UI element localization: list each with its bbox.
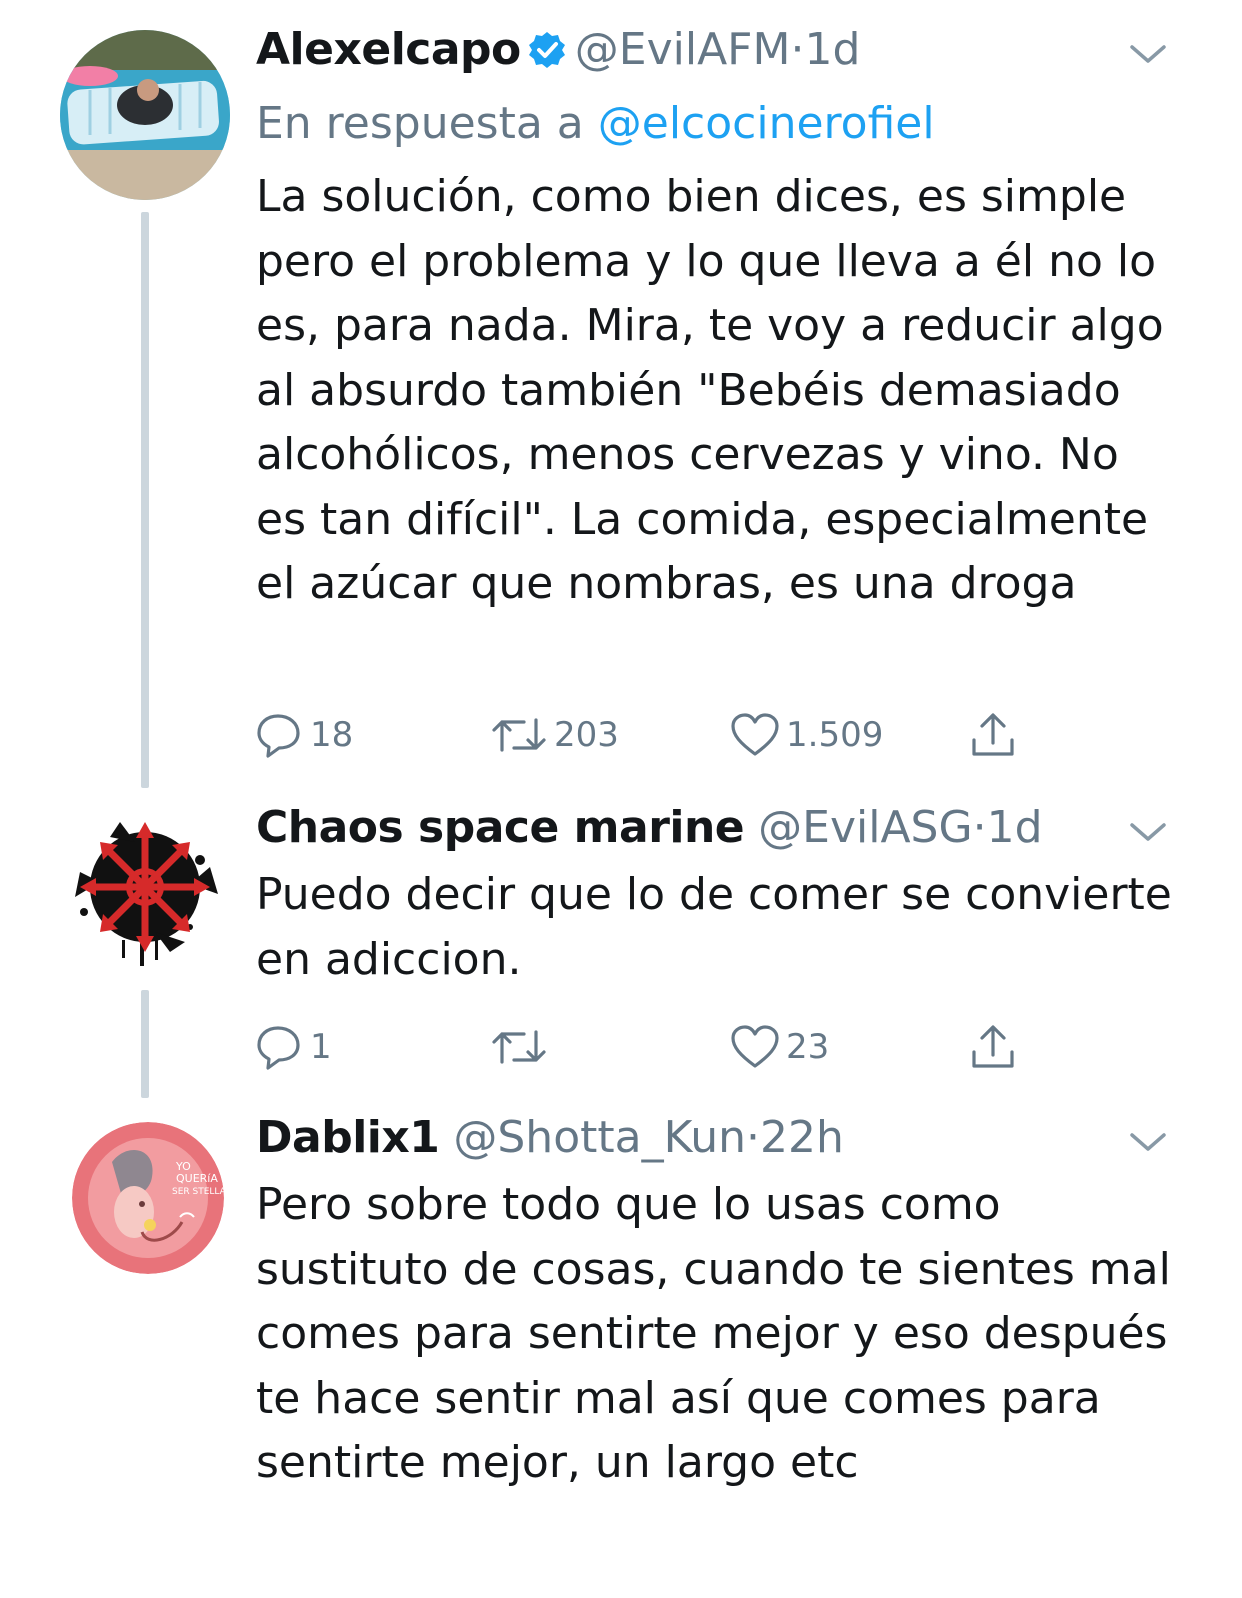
reply-button[interactable]: 1: [256, 1022, 332, 1072]
retweet-count: 203: [554, 715, 619, 755]
display-name[interactable]: Alexelcapo: [256, 24, 521, 75]
tweet-actions: 1 23: [256, 1022, 1056, 1072]
display-name[interactable]: Chaos space marine: [256, 802, 745, 853]
reply-prefix: En respuesta a: [256, 98, 584, 149]
retweet-icon: [492, 1030, 546, 1064]
separator-dot: ·: [972, 802, 987, 853]
avatar-text-2: QUERíA: [176, 1172, 218, 1185]
heart-icon: [731, 1025, 779, 1068]
reply-bubble-icon: [257, 714, 300, 758]
reply-context: En respuesta a @elcocinerofiel: [256, 96, 935, 152]
tweet-alexelcapo[interactable]: Alexelcapo @EvilAFM·1d En respuesta a @el…: [0, 0, 1242, 790]
avatar[interactable]: [60, 802, 230, 972]
retweet-button[interactable]: [490, 1022, 554, 1072]
share-button[interactable]: [968, 1022, 1018, 1072]
chevron-down-icon[interactable]: [1128, 820, 1168, 844]
reply-bubble-icon: [257, 1026, 300, 1070]
display-name[interactable]: Dablix1: [256, 1112, 440, 1163]
thread-line: [141, 990, 149, 1098]
timestamp[interactable]: 22h: [760, 1112, 844, 1163]
tweet-text: Pero sobre todo que lo usas como sustitu…: [256, 1179, 1171, 1488]
like-count: 1.509: [786, 715, 884, 755]
tweet-dablix1[interactable]: YO QUERíA SER STELLA Dablix1 @Shotta_Kun…: [0, 1100, 1242, 1598]
tweet-header: Alexelcapo @EvilAFM·1d: [256, 22, 1132, 84]
share-icon: [972, 713, 1014, 756]
retweet-icon: [492, 718, 546, 752]
timestamp[interactable]: 1d: [804, 24, 860, 75]
verified-badge-icon: [527, 28, 567, 84]
reply-count: 1: [310, 1027, 332, 1067]
tweet-actions: 18 203 1.509: [256, 710, 1056, 760]
thread-line: [141, 212, 149, 788]
like-button[interactable]: 23: [730, 1022, 829, 1072]
tweet-header: Chaos space marine @EvilASG·1d: [256, 800, 1132, 856]
reply-count: 18: [310, 715, 354, 755]
heart-icon: [731, 713, 779, 756]
reply-button[interactable]: 18: [256, 710, 353, 760]
tweet-text: Puedo decir que lo de comer se convierte…: [256, 869, 1172, 985]
timestamp[interactable]: 1d: [987, 802, 1043, 853]
avatar[interactable]: YO QUERíA SER STELLA: [72, 1122, 224, 1274]
retweet-button[interactable]: 203: [490, 710, 619, 760]
user-handle[interactable]: @EvilAFM: [575, 24, 791, 75]
avatar[interactable]: [60, 30, 230, 200]
chevron-down-icon[interactable]: [1128, 1130, 1168, 1154]
avatar-text-3: SER STELLA: [172, 1187, 224, 1197]
separator-dot: ·: [746, 1112, 761, 1163]
tweet-header: Dablix1 @Shotta_Kun·22h: [256, 1110, 1132, 1166]
user-handle[interactable]: @Shotta_Kun: [453, 1112, 746, 1163]
reply-mention-link[interactable]: @elcocinerofiel: [598, 98, 935, 149]
tweet-chaos-space-marine[interactable]: Chaos space marine @EvilASG·1d Puedo dec…: [0, 790, 1242, 1100]
like-button[interactable]: 1.509: [730, 710, 883, 760]
user-handle[interactable]: @EvilASG: [758, 802, 972, 853]
separator-dot: ·: [790, 24, 805, 75]
chevron-down-icon[interactable]: [1128, 42, 1168, 66]
share-icon: [972, 1025, 1014, 1068]
like-count: 23: [786, 1027, 830, 1067]
tweet-text: La solución, como bien dices, es simple …: [256, 171, 1164, 609]
share-button[interactable]: [968, 710, 1018, 760]
